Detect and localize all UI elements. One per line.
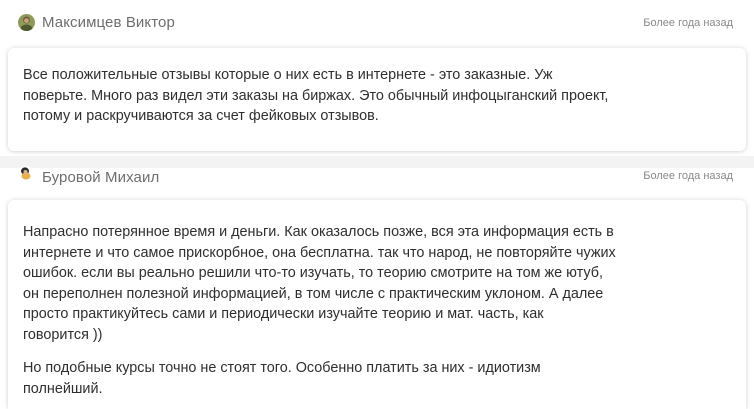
reviews-page: Максимцев Виктор Более года назад Все по… [0,0,754,409]
review-header: Буровой Михаил Более года назад [0,0,754,186]
review-date: Более года назад [643,170,733,182]
review-text-paragraph: Напрасно потерянное время и деньги. Как … [23,224,616,343]
review-text-paragraph: Но подобные курсы точно не стоят того. О… [23,360,541,397]
review-item: Буровой Михаил Более года назад Напрасно… [0,0,754,409]
review-card: Напрасно потерянное время и деньги. Как … [8,200,746,409]
avatar[interactable] [19,166,33,180]
user-photo-avatar-icon [19,166,33,180]
review-author[interactable]: Буровой Михаил [42,169,159,186]
